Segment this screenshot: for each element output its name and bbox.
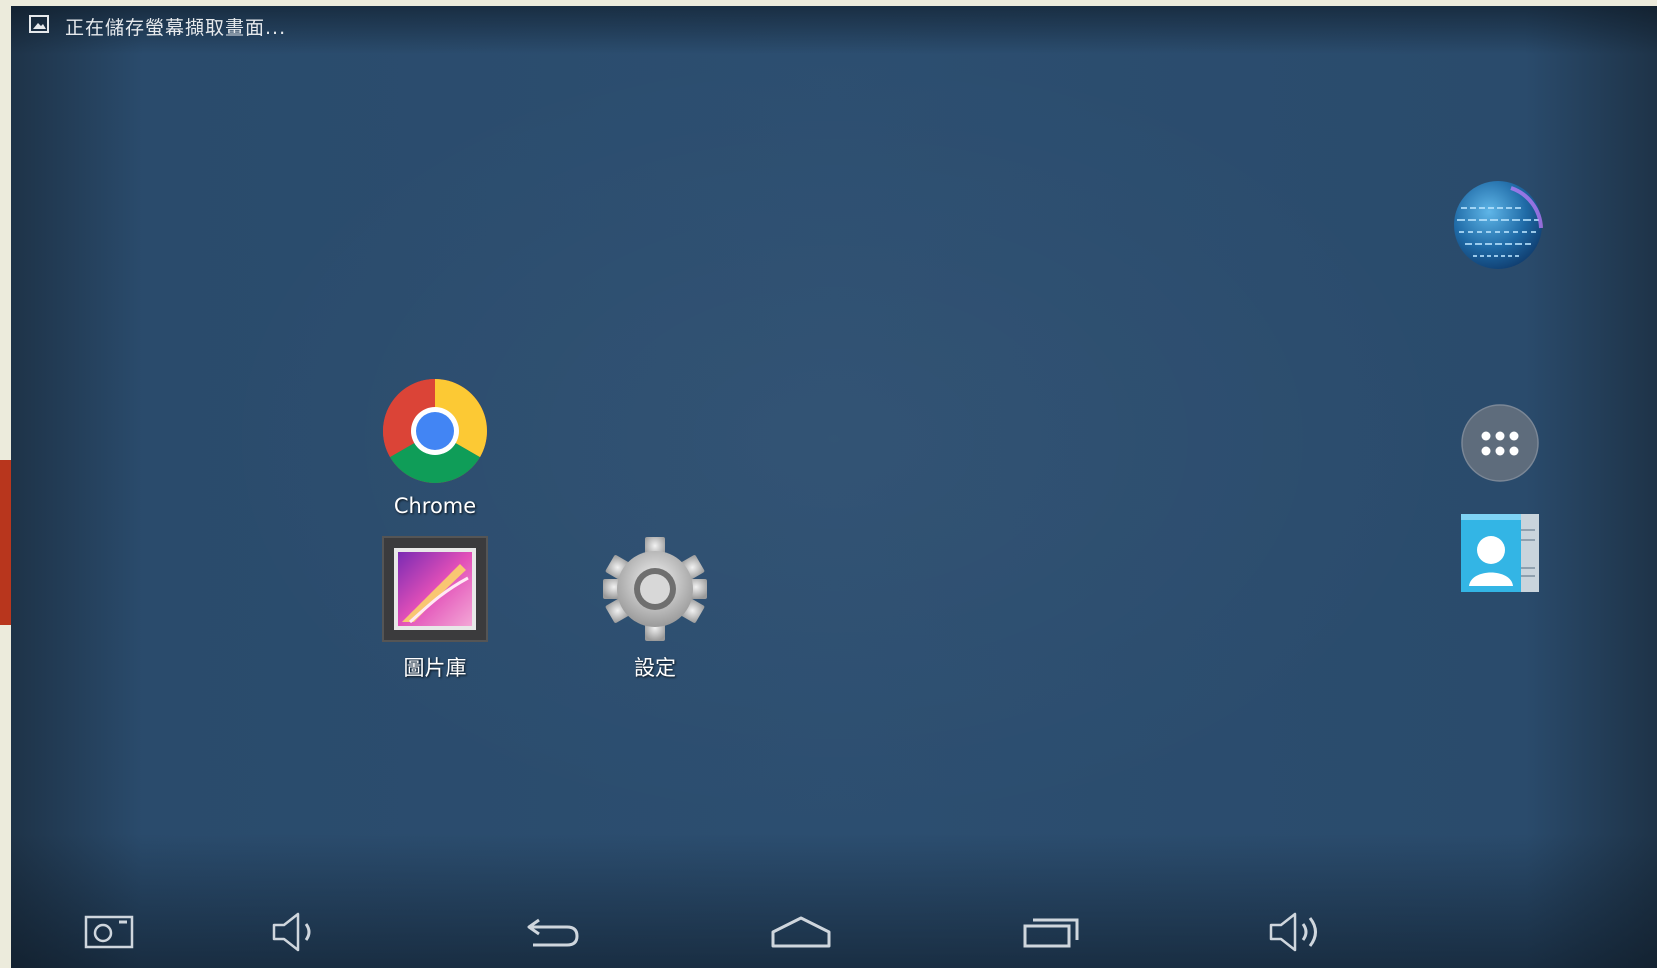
outer-frame: 正在儲存螢幕擷取畫面... Chrome 圖片庫 設定 xyxy=(0,0,1657,968)
gear-icon xyxy=(600,534,710,644)
app-drawer-icon xyxy=(1461,404,1539,482)
back-icon xyxy=(527,918,579,947)
app-label: 設定 xyxy=(634,656,676,680)
notification-text: 正在儲存螢幕擷取畫面... xyxy=(65,17,287,39)
status-bar[interactable]: 正在儲存螢幕擷取畫面... xyxy=(11,6,1657,42)
app-settings[interactable]: 設定 xyxy=(580,534,730,682)
screenshot-button[interactable] xyxy=(69,904,149,960)
back-button[interactable] xyxy=(513,904,593,960)
volume-up-button[interactable] xyxy=(1257,904,1337,960)
home-button[interactable] xyxy=(761,904,841,960)
contacts-icon xyxy=(1461,514,1539,592)
volume-down-icon xyxy=(272,912,311,952)
android-home-screen: 正在儲存螢幕擷取畫面... Chrome 圖片庫 設定 xyxy=(11,6,1657,968)
app-drawer-button[interactable] xyxy=(1461,404,1539,482)
image-icon xyxy=(29,15,49,33)
app-gallery[interactable]: 圖片庫 xyxy=(360,534,510,682)
app-label: 圖片庫 xyxy=(403,656,467,680)
volume-up-icon xyxy=(1269,912,1317,952)
side-tab xyxy=(0,460,11,625)
app-chrome[interactable]: Chrome xyxy=(360,376,510,518)
home-icon xyxy=(771,916,831,948)
browser-globe-icon xyxy=(1454,181,1543,269)
dock-contacts[interactable] xyxy=(1457,510,1543,596)
app-label: Chrome xyxy=(393,494,477,518)
screenshot-camera-icon xyxy=(84,915,134,949)
navigation-bar xyxy=(11,878,1657,968)
recent-apps-button[interactable] xyxy=(1011,904,1091,960)
volume-down-button[interactable] xyxy=(256,904,336,960)
recent-apps-icon xyxy=(1023,918,1079,948)
chrome-icon xyxy=(380,376,490,486)
dock-browser[interactable] xyxy=(1451,178,1545,272)
gallery-icon xyxy=(380,534,490,644)
